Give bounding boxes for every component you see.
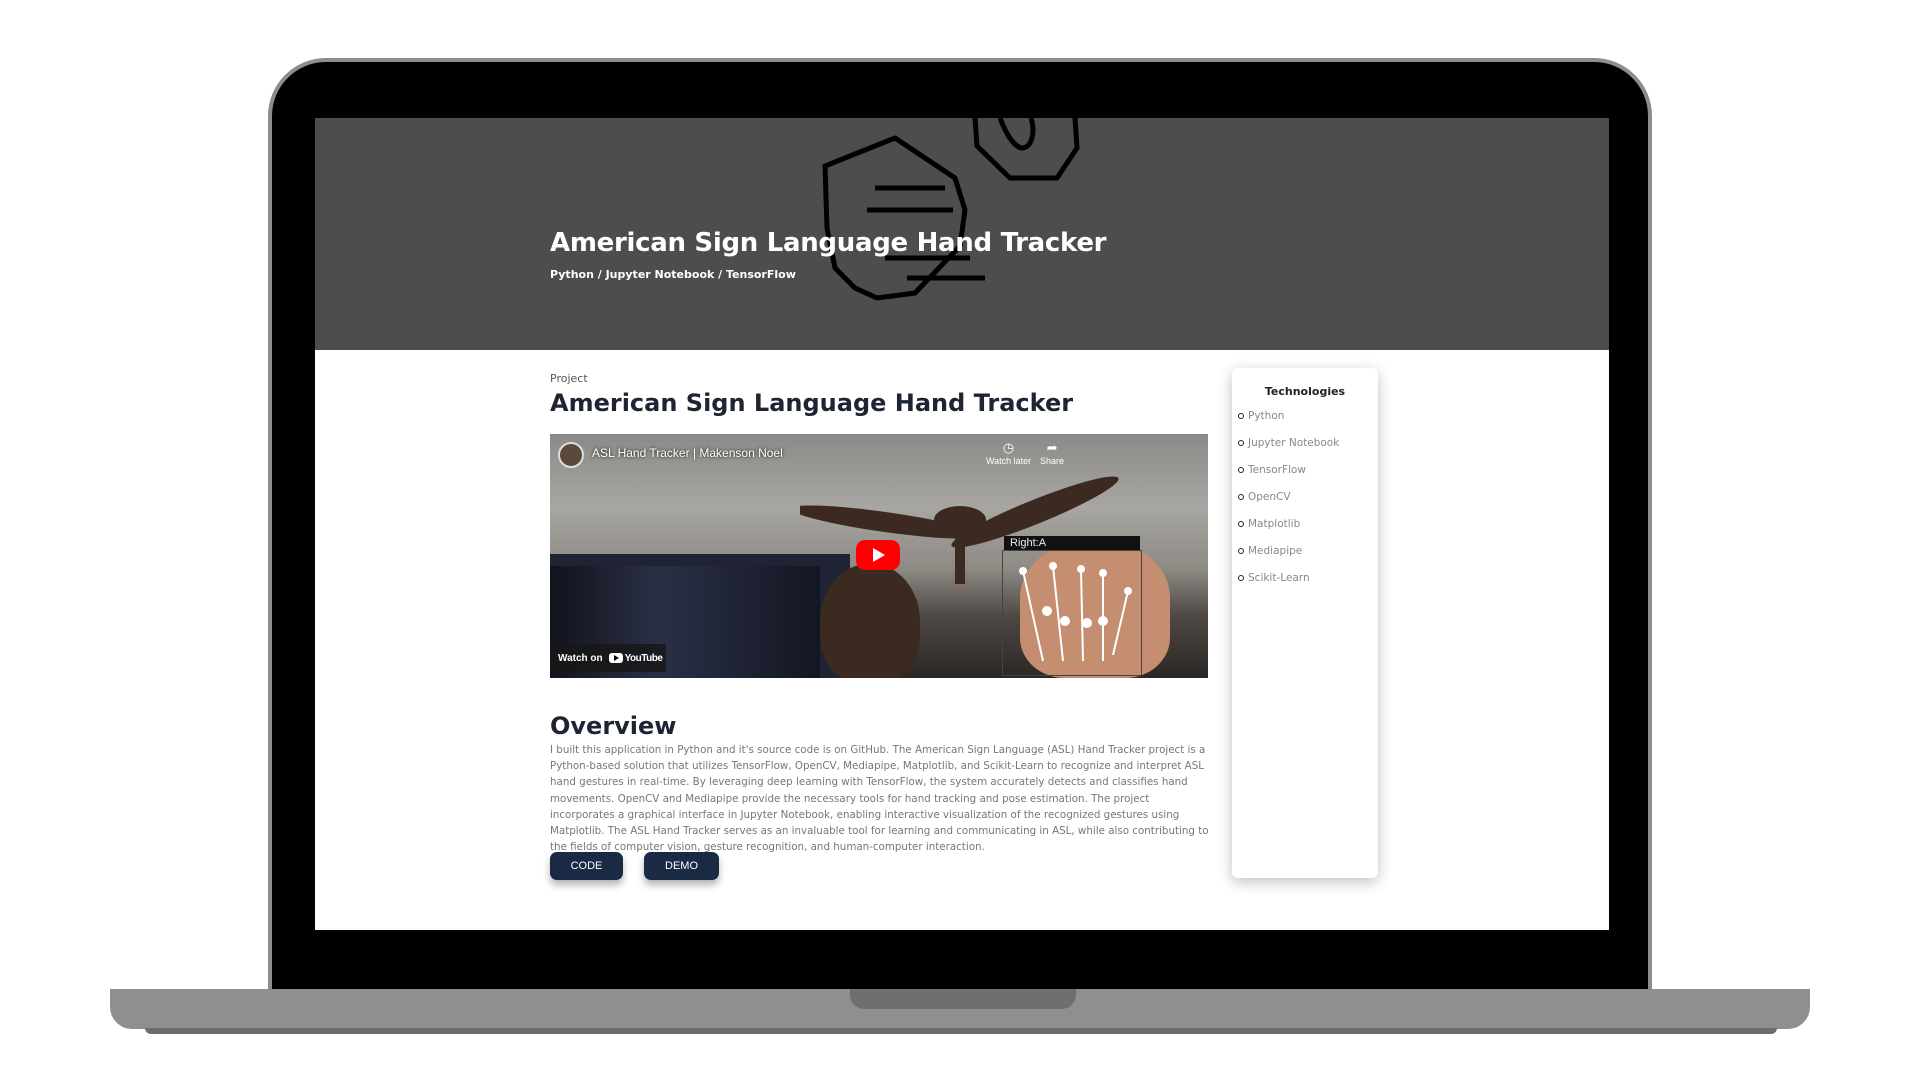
bullet-icon [1238,467,1244,473]
tech-label: Mediapipe [1248,545,1303,557]
tech-label: TensorFlow [1248,464,1306,476]
list-item: Mediapipe [1238,545,1378,572]
watch-later-label: Watch later [986,456,1032,466]
laptop-base-shadow [145,1028,1777,1034]
tech-label: Jupyter Notebook [1248,437,1340,449]
main-content: Project American Sign Language Hand Trac… [550,372,1210,880]
video-person-face [820,564,920,678]
demo-button[interactable]: DEMO [644,852,719,880]
share-arrow-icon: ➦ [1046,440,1058,455]
youtube-wordmark: YouTube [624,652,663,664]
clock-icon: ◷ [1002,440,1015,455]
list-item: Python [1238,410,1378,437]
hand-landmarks-icon [1019,562,1132,662]
bullet-icon [1238,440,1244,446]
page-title: American Sign Language Hand Tracker [550,389,1074,417]
watch-on-youtube-button[interactable]: Watch on YouTube [550,644,666,672]
youtube-logo-icon: YouTube [608,652,663,664]
bullet-icon [1238,521,1244,527]
tech-label: Matplotlib [1248,518,1301,530]
hero-title: American Sign Language Hand Tracker [550,228,1107,258]
video-title[interactable]: ASL Hand Tracker | Makenson Noel [592,446,783,460]
bullet-icon [1238,575,1244,581]
list-item: Jupyter Notebook [1238,437,1378,464]
overview-heading: Overview [550,712,677,740]
hero-banner: American Sign Language Hand Tracker Pyth… [315,118,1609,350]
technologies-heading: Technologies [1264,385,1346,398]
watch-later-button[interactable]: ◷ Watch later [986,440,1031,466]
hand-tracker-box [1002,550,1142,676]
list-item: OpenCV [1238,491,1378,518]
play-button[interactable] [856,540,900,570]
code-button[interactable]: CODE [550,852,623,880]
laptop-screen: American Sign Language Hand Tracker Pyth… [315,118,1609,930]
tech-label: Python [1248,410,1285,422]
overview-text: I built this application in Python and i… [550,744,1209,854]
technologies-list: Python Jupyter Notebook TensorFlow OpenC… [1238,410,1378,599]
bullet-icon [1238,548,1244,554]
bullet-icon [1238,413,1244,419]
youtube-embed[interactable]: Right:A ASL Hand Tracker | Makenson Noel… [550,434,1208,678]
laptop-notch [850,989,1076,1009]
share-label: Share [1040,456,1065,466]
tracker-label: Right:A [1004,536,1140,550]
share-button[interactable]: ➦ Share [1040,440,1064,466]
tech-label: OpenCV [1248,491,1291,503]
list-item: TensorFlow [1238,464,1378,491]
list-item: Matplotlib [1238,518,1378,545]
list-item: Scikit-Learn [1238,572,1378,599]
bullet-icon [1238,494,1244,500]
tech-label: Scikit-Learn [1248,572,1310,584]
channel-avatar[interactable] [558,442,584,468]
hero-subtitle: Python / Jupyter Notebook / TensorFlow [550,268,796,281]
technologies-card: Technologies Python Jupyter Notebook Ten… [1232,368,1378,878]
watch-on-label: Watch on [558,652,603,664]
page-kicker: Project [550,372,588,385]
